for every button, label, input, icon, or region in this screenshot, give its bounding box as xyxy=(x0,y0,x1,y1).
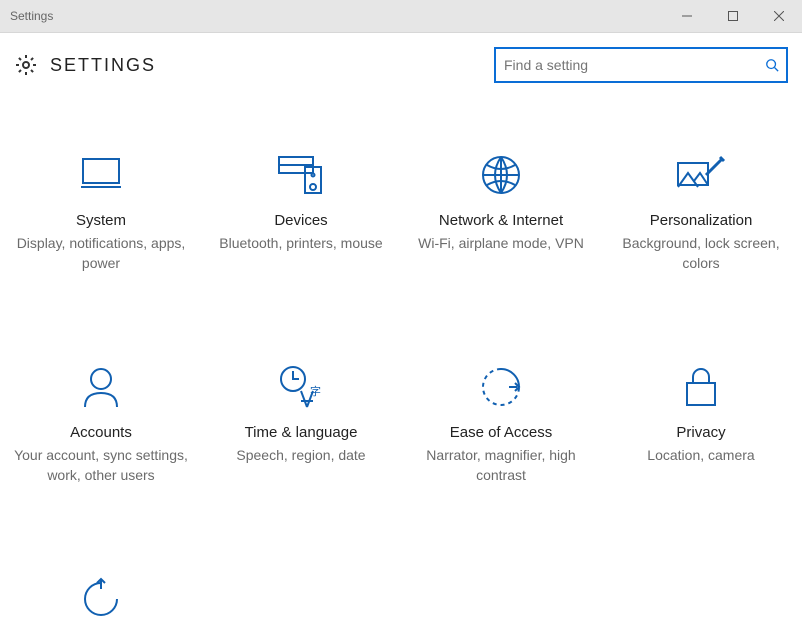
tile-desc: Wi-Fi, airplane mode, VPN xyxy=(406,233,596,253)
time-language-icon: 字 xyxy=(277,363,325,411)
tile-desc: Location, camera xyxy=(635,445,766,465)
svg-text:字: 字 xyxy=(310,384,321,398)
tile-title: Network & Internet xyxy=(433,211,569,231)
gear-icon xyxy=(14,53,38,77)
tile-desc: Background, lock screen, colors xyxy=(601,233,801,273)
tile-ease-of-access[interactable]: Ease of Access Narrator, magnifier, high… xyxy=(401,363,601,485)
tile-title: Devices xyxy=(268,211,333,231)
ease-of-access-icon xyxy=(479,363,523,411)
tile-network[interactable]: Network & Internet Wi-Fi, airplane mode,… xyxy=(401,151,601,273)
header-left: SETTINGS xyxy=(14,53,156,77)
tile-desc: Speech, region, date xyxy=(224,445,377,465)
minimize-button[interactable] xyxy=(664,0,710,32)
update-icon xyxy=(79,575,123,623)
title-bar: Settings xyxy=(0,0,802,33)
tile-accounts[interactable]: Accounts Your account, sync settings, wo… xyxy=(1,363,201,485)
globe-icon xyxy=(479,151,523,199)
window-title: Settings xyxy=(0,9,63,23)
tile-title: Ease of Access xyxy=(444,423,559,443)
tile-devices[interactable]: Devices Bluetooth, printers, mouse xyxy=(201,151,401,273)
window-controls xyxy=(664,0,802,32)
personalization-icon xyxy=(676,151,726,199)
search-icon xyxy=(758,58,786,72)
tile-title: Accounts xyxy=(64,423,138,443)
tile-title: Personalization xyxy=(644,211,759,231)
maximize-button[interactable] xyxy=(710,0,756,32)
tile-desc: Bluetooth, printers, mouse xyxy=(207,233,394,253)
tile-title: System xyxy=(70,211,132,231)
search-box[interactable] xyxy=(494,47,788,83)
lock-icon xyxy=(683,363,719,411)
tile-desc: Narrator, magnifier, high contrast xyxy=(401,445,601,485)
tile-desc: Display, notifications, apps, power xyxy=(1,233,201,273)
tile-privacy[interactable]: Privacy Location, camera xyxy=(601,363,801,485)
search-input[interactable] xyxy=(496,57,758,73)
header: SETTINGS xyxy=(0,33,802,83)
page-title: SETTINGS xyxy=(50,55,156,76)
system-icon xyxy=(79,151,123,199)
tile-system[interactable]: System Display, notifications, apps, pow… xyxy=(1,151,201,273)
settings-grid: System Display, notifications, apps, pow… xyxy=(0,151,802,633)
tile-title: Privacy xyxy=(670,423,731,443)
accounts-icon xyxy=(81,363,121,411)
close-button[interactable] xyxy=(756,0,802,32)
tile-desc: Your account, sync settings, work, other… xyxy=(1,445,201,485)
devices-icon xyxy=(277,151,325,199)
tile-update-security[interactable]: Update & security xyxy=(1,575,201,633)
tile-personalization[interactable]: Personalization Background, lock screen,… xyxy=(601,151,801,273)
tile-title: Time & language xyxy=(239,423,364,443)
tile-time-language[interactable]: 字 Time & language Speech, region, date xyxy=(201,363,401,485)
